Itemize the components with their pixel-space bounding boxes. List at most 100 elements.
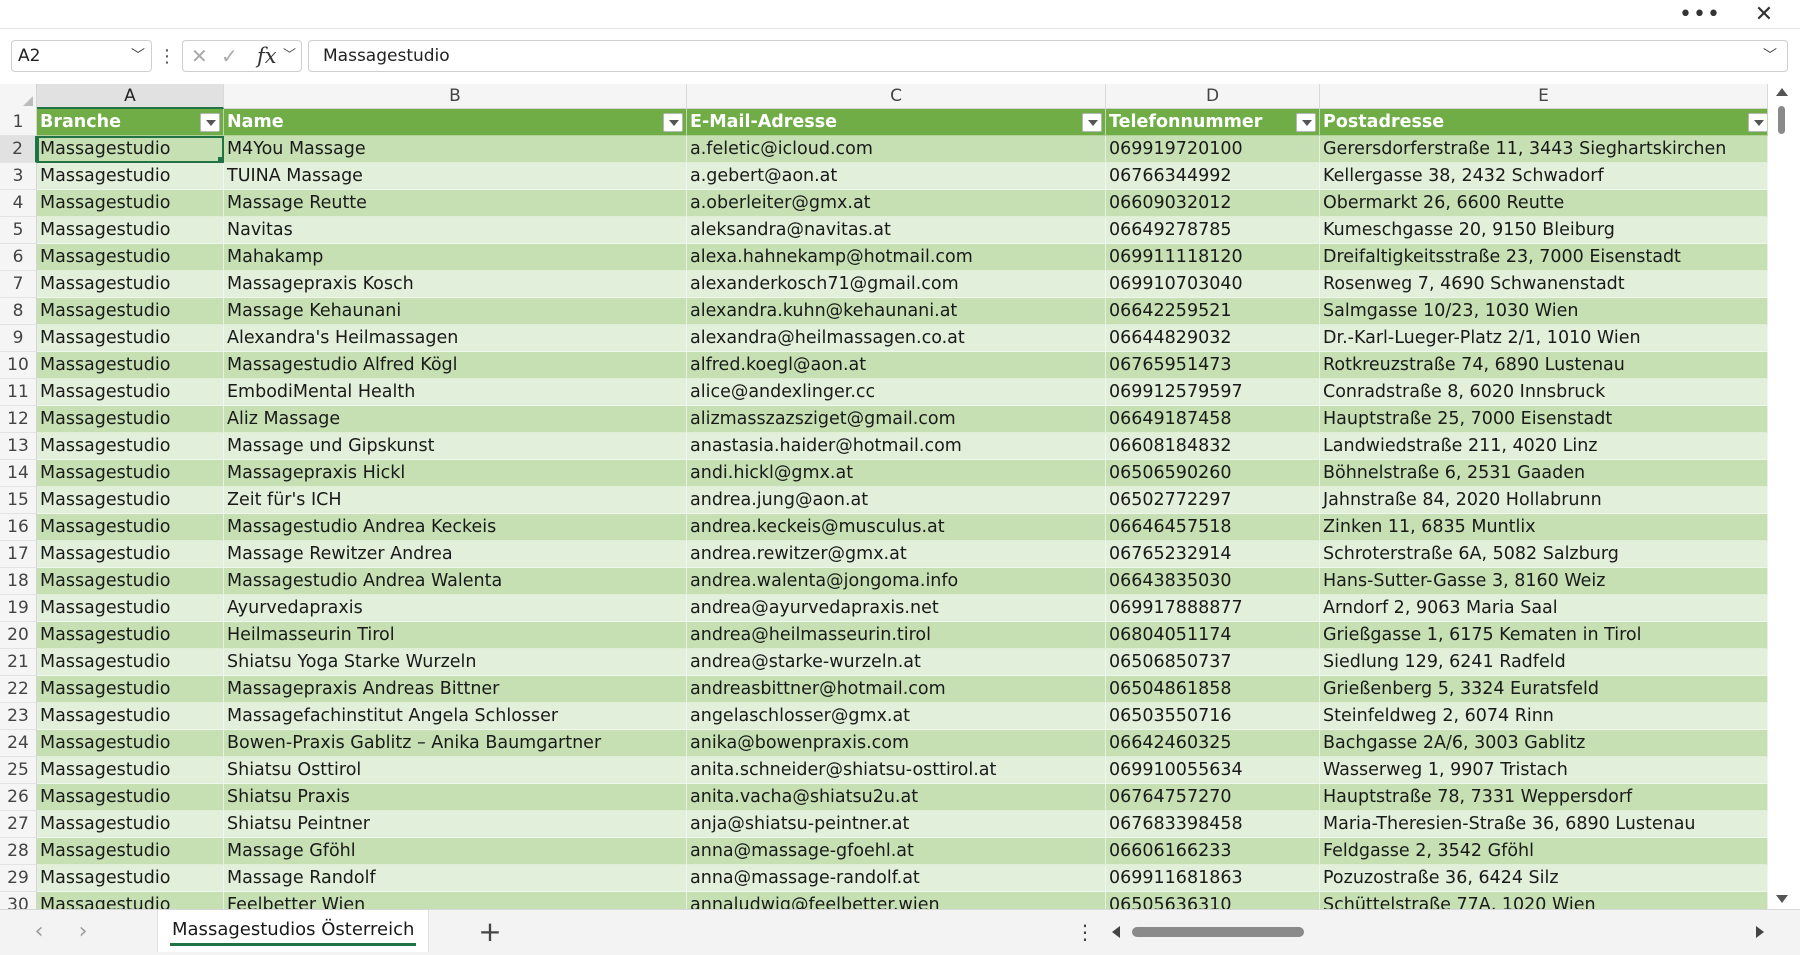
row-header-4[interactable]: 4 [0, 190, 37, 217]
cell-postadresse[interactable]: Rotkreuzstraße 74, 6890 Lustenau [1320, 352, 1768, 379]
cell-email[interactable]: angelaschlosser@gmx.at [687, 703, 1106, 730]
close-icon[interactable]: ✕ [1744, 0, 1784, 28]
column-header-a[interactable]: A [37, 84, 224, 109]
cell-branche[interactable]: Massagestudio [37, 595, 224, 622]
cell-postadresse[interactable]: Feldgasse 2, 3542 Gföhl [1320, 838, 1768, 865]
row-header-6[interactable]: 6 [0, 244, 37, 271]
cell-email[interactable]: anna@massage-gfoehl.at [687, 838, 1106, 865]
cell-name[interactable]: Shiatsu Osttirol [224, 757, 687, 784]
horizontal-scroll-thumb[interactable] [1132, 927, 1304, 937]
chevron-down-icon[interactable]: ﹀ [131, 41, 145, 71]
expand-formula-icon[interactable]: ﹀ [1763, 41, 1777, 71]
cell-email[interactable]: alexa.hahnekamp@hotmail.com [687, 244, 1106, 271]
cell-name[interactable]: Massagepraxis Andreas Bittner [224, 676, 687, 703]
cell-telefon[interactable]: 06649278785 [1106, 217, 1320, 244]
cell-postadresse[interactable]: Grießenberg 5, 3324 Euratsfeld [1320, 676, 1768, 703]
cell-branche[interactable]: Massagestudio [37, 298, 224, 325]
cell-name[interactable]: Massagefachinstitut Angela Schlosser [224, 703, 687, 730]
cell-name[interactable]: Aliz Massage [224, 406, 687, 433]
row-header-24[interactable]: 24 [0, 730, 37, 757]
cell-branche[interactable]: Massagestudio [37, 514, 224, 541]
cell-postadresse[interactable]: Grießgasse 1, 6175 Kematen in Tirol [1320, 622, 1768, 649]
cell-branche[interactable]: Massagestudio [37, 865, 224, 892]
column-header-c[interactable]: C [687, 84, 1106, 109]
row-header-21[interactable]: 21 [0, 649, 37, 676]
cell-postadresse[interactable]: Siedlung 129, 6241 Radfeld [1320, 649, 1768, 676]
cell-name[interactable]: Shiatsu Peintner [224, 811, 687, 838]
filter-dropdown-icon[interactable] [200, 113, 220, 132]
cell-name[interactable]: Massage Randolf [224, 865, 687, 892]
cell-telefon[interactable]: 06649187458 [1106, 406, 1320, 433]
cancel-icon[interactable]: ✕ [191, 41, 208, 71]
cell-branche[interactable]: Massagestudio [37, 676, 224, 703]
cell-branche[interactable]: Massagestudio [37, 622, 224, 649]
cell-telefon[interactable]: 06506590260 [1106, 460, 1320, 487]
cell-telefon[interactable]: 06642460325 [1106, 730, 1320, 757]
cell-name[interactable]: Mahakamp [224, 244, 687, 271]
column-header-b[interactable]: B [224, 84, 687, 109]
row-header-7[interactable]: 7 [0, 271, 37, 298]
cell-branche[interactable]: Massagestudio [37, 325, 224, 352]
cell-branche[interactable]: Massagestudio [37, 757, 224, 784]
cell-telefon[interactable]: 06765951473 [1106, 352, 1320, 379]
cell-branche[interactable]: Massagestudio [37, 433, 224, 460]
cell-telefon[interactable]: 06506850737 [1106, 649, 1320, 676]
cell-branche[interactable]: Massagestudio [37, 649, 224, 676]
cell-email[interactable]: anita.schneider@shiatsu-osttirol.at [687, 757, 1106, 784]
previous-sheet-icon[interactable]: ‹ [24, 910, 54, 954]
row-header-8[interactable]: 8 [0, 298, 37, 325]
row-header-15[interactable]: 15 [0, 487, 37, 514]
scroll-right-icon[interactable] [1756, 926, 1764, 938]
cell-postadresse[interactable]: Pozuzostraße 36, 6424 Silz [1320, 865, 1768, 892]
ellipsis-icon[interactable]: ••• [1679, 0, 1720, 28]
cell-name[interactable]: Massage Rewitzer Andrea [224, 541, 687, 568]
row-header-14[interactable]: 14 [0, 460, 37, 487]
cell-telefon[interactable]: 06644829032 [1106, 325, 1320, 352]
cell-postadresse[interactable]: Hauptstraße 78, 7331 Weppersdorf [1320, 784, 1768, 811]
cell-email[interactable]: andrea.walenta@jongoma.info [687, 568, 1106, 595]
cell-branche[interactable]: Massagestudio [37, 136, 224, 163]
cell-telefon[interactable]: 06502772297 [1106, 487, 1320, 514]
cell-postadresse[interactable]: Dr.-Karl-Lueger-Platz 2/1, 1010 Wien [1320, 325, 1768, 352]
cell-name[interactable]: Massage Gföhl [224, 838, 687, 865]
row-header-1[interactable]: 1 [0, 109, 37, 136]
cell-telefon[interactable]: 069917888877 [1106, 595, 1320, 622]
row-header-11[interactable]: 11 [0, 379, 37, 406]
cell-name[interactable]: EmbodiMental Health [224, 379, 687, 406]
cell-email[interactable]: anna@massage-randolf.at [687, 865, 1106, 892]
cell-email[interactable]: alexandra.kuhn@kehaunani.at [687, 298, 1106, 325]
cell-telefon[interactable]: 069911681863 [1106, 865, 1320, 892]
vertical-scroll-thumb[interactable] [1778, 106, 1785, 134]
filter-dropdown-icon[interactable] [663, 113, 683, 132]
row-header-27[interactable]: 27 [0, 811, 37, 838]
header-cell-telefon[interactable]: Telefonnummer [1106, 109, 1320, 136]
scroll-left-icon[interactable] [1112, 926, 1120, 938]
header-cell-name[interactable]: Name [224, 109, 687, 136]
row-header-17[interactable]: 17 [0, 541, 37, 568]
cell-branche[interactable]: Massagestudio [37, 460, 224, 487]
cell-postadresse[interactable]: Landwiedstraße 211, 4020 Linz [1320, 433, 1768, 460]
row-header-16[interactable]: 16 [0, 514, 37, 541]
cell-name[interactable]: TUINA Massage [224, 163, 687, 190]
cell-postadresse[interactable]: Conradstraße 8, 6020 Innsbruck [1320, 379, 1768, 406]
vertical-ellipsis-icon[interactable]: ⋮ [1075, 910, 1095, 954]
cell-branche[interactable]: Massagestudio [37, 217, 224, 244]
cell-branche[interactable]: Massagestudio [37, 379, 224, 406]
insert-function-icon[interactable]: fx [257, 41, 277, 71]
cell-postadresse[interactable]: Maria-Theresien-Straße 36, 6890 Lustenau [1320, 811, 1768, 838]
row-header-2[interactable]: 2 [0, 136, 37, 163]
row-header-23[interactable]: 23 [0, 703, 37, 730]
cell-name[interactable]: Massagestudio Andrea Keckeis [224, 514, 687, 541]
cell-postadresse[interactable]: Gerersdorferstraße 11, 3443 Sieghartskir… [1320, 136, 1768, 163]
cell-name[interactable]: Bowen-Praxis Gablitz – Anika Baumgartner [224, 730, 687, 757]
cell-branche[interactable]: Massagestudio [37, 190, 224, 217]
cell-email[interactable]: andrea@heilmasseurin.tirol [687, 622, 1106, 649]
cell-branche[interactable]: Massagestudio [37, 784, 224, 811]
cell-name[interactable]: Heilmasseurin Tirol [224, 622, 687, 649]
cell-postadresse[interactable]: Kellergasse 38, 2432 Schwadorf [1320, 163, 1768, 190]
cell-telefon[interactable]: 06609032012 [1106, 190, 1320, 217]
cell-email[interactable]: a.gebert@aon.at [687, 163, 1106, 190]
cell-branche[interactable]: Massagestudio [37, 271, 224, 298]
row-header-12[interactable]: 12 [0, 406, 37, 433]
cell-postadresse[interactable]: Jahnstraße 84, 2020 Hollabrunn [1320, 487, 1768, 514]
